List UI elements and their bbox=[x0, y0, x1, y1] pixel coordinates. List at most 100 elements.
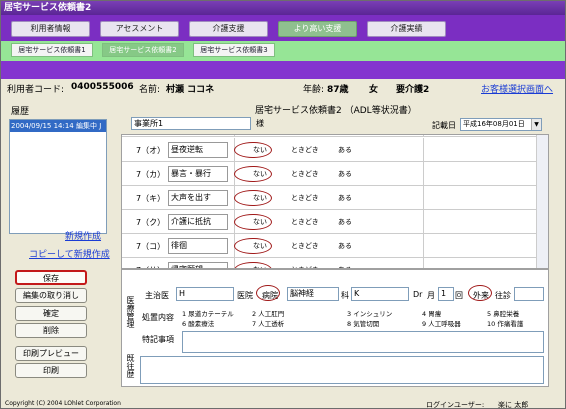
vertical-scrollbar[interactable] bbox=[536, 135, 548, 268]
month-label: 月 bbox=[427, 291, 435, 300]
treatment-4: 4 胃痩 bbox=[422, 310, 442, 318]
row-label: 帰宅願望 bbox=[168, 262, 228, 268]
visits-unit: 回 bbox=[455, 291, 463, 300]
doctor-field[interactable]: H bbox=[176, 287, 234, 301]
doctor-label: 主治医 bbox=[145, 291, 169, 300]
window-title: 居宅サービス依頼書2 bbox=[1, 1, 565, 15]
history-entry-selected[interactable]: 2004/09/15 14:14 編集中 J bbox=[10, 120, 106, 132]
row-number: 7（ク） bbox=[136, 218, 166, 227]
dr-label: Dr bbox=[413, 290, 423, 299]
history-list[interactable]: 2004/09/15 14:14 編集中 J bbox=[9, 119, 107, 234]
login-user: 楽に 太郎 bbox=[498, 401, 529, 409]
tab-request-3[interactable]: 居宅サービス依頼書3 bbox=[193, 43, 275, 57]
option-sometimes[interactable]: ときどき bbox=[291, 241, 319, 251]
department-suffix: 科 bbox=[341, 291, 349, 300]
option-sometimes[interactable]: ときどき bbox=[291, 169, 319, 179]
adl-row-wandering: 7（コ） 徘徊 ない ときどき ある bbox=[122, 234, 537, 258]
row-number: 7（カ） bbox=[136, 170, 166, 179]
adl-row-verbal-violence: 7（カ） 暴言・暴行 ない ときどき ある bbox=[122, 162, 537, 186]
form-title: 居宅サービス依頼書2 （ADL等状況書） bbox=[255, 106, 417, 116]
hospital-selected-mark bbox=[256, 285, 280, 301]
cancel-edit-button[interactable]: 編集の取り消し bbox=[15, 288, 87, 303]
chevron-down-icon[interactable]: ▼ bbox=[531, 119, 541, 130]
header-band bbox=[1, 61, 565, 79]
option-sometimes[interactable]: ときどき bbox=[291, 193, 319, 203]
adl-row-day-night-reversal: 7（オ） 昼夜逆転 ない ときどき ある bbox=[122, 138, 537, 162]
selected-mark bbox=[234, 238, 272, 254]
app-window: 居宅サービス依頼書2 利用者情報 アセスメント 介護支援 より高い支援 介護実績… bbox=[0, 0, 566, 409]
option-sometimes[interactable]: ときどき bbox=[291, 145, 319, 155]
option-yes[interactable]: ある bbox=[338, 217, 352, 227]
row-number: 7（オ） bbox=[136, 146, 166, 155]
row-opts-cell bbox=[234, 135, 424, 137]
history-section-label: 既往歴 bbox=[126, 354, 135, 378]
treatment-5: 5 鼻腔栄養 bbox=[487, 310, 520, 318]
history-label: 履歴 bbox=[11, 107, 30, 117]
treatment-6: 6 酸素療法 bbox=[182, 320, 215, 328]
option-sometimes[interactable]: ときどき bbox=[291, 217, 319, 227]
tab-request-2[interactable]: 居宅サービス依頼書2 bbox=[102, 43, 184, 57]
medical-pane: 医療管理 主治医 H 医院 病院 脳神経 科 K Dr 月 1 回 外来 往診 … bbox=[121, 269, 549, 387]
user-age: 87歳 bbox=[327, 85, 349, 95]
row-label: 昼夜逆転 bbox=[168, 142, 228, 158]
medical-history-field[interactable] bbox=[140, 356, 544, 384]
user-name: 村瀬 ココネ bbox=[166, 85, 215, 95]
row-number: 7（キ） bbox=[136, 194, 166, 203]
print-button[interactable]: 印刷 bbox=[15, 363, 87, 378]
treatment-9: 9 人工呼吸器 bbox=[422, 320, 461, 328]
treatment-8: 8 気管切開 bbox=[347, 320, 380, 328]
print-preview-button[interactable]: 印刷プレビュー bbox=[15, 346, 87, 361]
age-label: 年齢: bbox=[303, 85, 325, 95]
row-top-partial bbox=[122, 135, 537, 137]
option-yes[interactable]: ある bbox=[338, 169, 352, 179]
outpatient-selected-mark bbox=[468, 285, 492, 301]
adl-row-homecoming-wish: 7（サ）帰宅願望ないときどきある bbox=[122, 258, 537, 268]
treatment-1: 1 尿道カテーテル bbox=[182, 310, 234, 318]
copy-new-link[interactable]: コピーして新規作成 bbox=[29, 247, 110, 260]
row-label: 大声を出す bbox=[168, 190, 228, 206]
user-code: 0400555006 bbox=[71, 82, 134, 92]
clinic-label: 医院 bbox=[237, 291, 253, 300]
option-yes[interactable]: ある bbox=[338, 193, 352, 203]
date-value: 平成16年08月01日 bbox=[463, 120, 525, 128]
date-select[interactable]: 平成16年08月01日 ▼ bbox=[460, 118, 542, 131]
treatment-7: 7 人工透析 bbox=[252, 320, 285, 328]
home-visit-field[interactable] bbox=[514, 287, 544, 301]
date-label: 記載日 bbox=[432, 121, 456, 130]
visits-field[interactable]: 1 bbox=[438, 287, 454, 301]
doctor-name-field[interactable]: K bbox=[351, 287, 409, 301]
treatment-10: 10 作痛看護 bbox=[487, 320, 524, 328]
status-bar: Copyright (C) 2004 LOhlet Corporation ログ… bbox=[1, 397, 565, 409]
notes-field[interactable] bbox=[182, 331, 544, 353]
save-button[interactable]: 保存 bbox=[15, 270, 87, 285]
confirm-button[interactable]: 確定 bbox=[15, 306, 87, 321]
tab-advanced-support[interactable]: より高い支援 bbox=[278, 21, 357, 37]
adl-item-pane: 7（オ） 昼夜逆転 ない ときどき ある 7（カ） 暴言・暴行 ない ときどき ある 7（キ） 大声を… bbox=[121, 134, 549, 269]
user-info-bar: 利用者コード: 0400555006 名前: 村瀬 ココネ 年齢: 87歳 女 … bbox=[1, 79, 565, 97]
option-yes[interactable]: ある bbox=[338, 145, 352, 155]
delete-button[interactable]: 削除 bbox=[15, 323, 87, 338]
office-field[interactable]: 事業所1 bbox=[131, 117, 251, 130]
department-field[interactable]: 脳神経 bbox=[287, 287, 339, 301]
tab-care-support[interactable]: 介護支援 bbox=[189, 21, 268, 37]
tab-user-info[interactable]: 利用者情報 bbox=[11, 21, 90, 37]
medical-section-label: 医療管理 bbox=[126, 296, 135, 328]
new-create-link[interactable]: 新規作成 bbox=[65, 229, 101, 242]
treatment-3: 3 インシュリン bbox=[347, 310, 393, 318]
tab-assessment[interactable]: アセスメント bbox=[100, 21, 179, 37]
treatment-2: 2 人工肛門 bbox=[252, 310, 285, 318]
row-number: 7（コ） bbox=[136, 242, 166, 251]
care-level: 要介護2 bbox=[396, 85, 430, 95]
home-visit-label: 往診 bbox=[495, 291, 511, 300]
copyright-text: Copyright (C) 2004 LOhlet Corporation bbox=[5, 400, 121, 407]
option-yes[interactable]: ある bbox=[338, 241, 352, 251]
adl-row-loud-voice: 7（キ） 大声を出す ない ときどき ある bbox=[122, 186, 537, 210]
selected-mark bbox=[234, 214, 272, 230]
main-tab-bar: 利用者情報 アセスメント 介護支援 より高い支援 介護実績 bbox=[1, 15, 565, 41]
row-label: 暴言・暴行 bbox=[168, 166, 228, 182]
customer-select-link[interactable]: お客様選択画面へ bbox=[481, 82, 553, 95]
row-label: 徘徊 bbox=[168, 238, 228, 254]
adl-row-care-resistance: 7（ク） 介護に抵抗 ない ときどき ある bbox=[122, 210, 537, 234]
tab-care-records[interactable]: 介護実績 bbox=[367, 21, 446, 37]
tab-request-1[interactable]: 居宅サービス依頼書1 bbox=[11, 43, 93, 57]
